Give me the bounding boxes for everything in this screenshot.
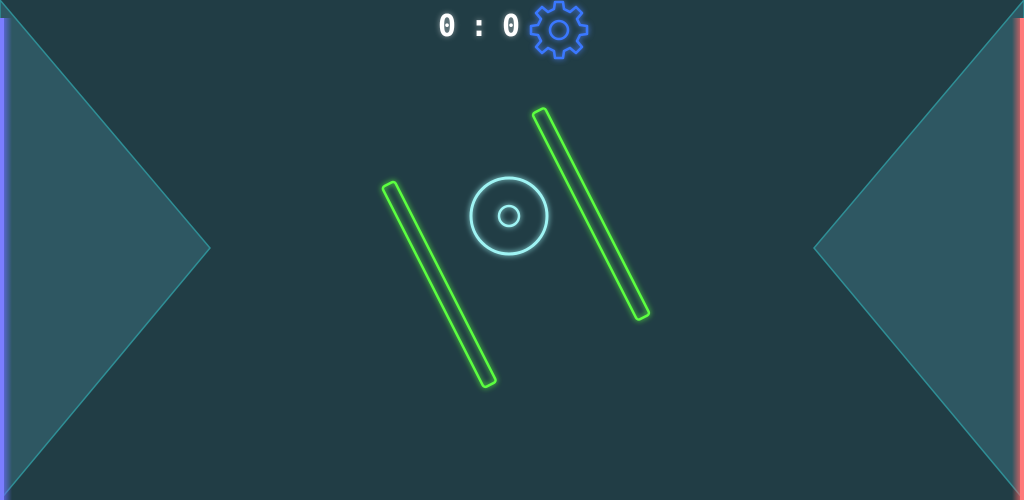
puck[interactable] xyxy=(469,176,549,256)
right-score: 0 xyxy=(501,8,521,44)
playing-field xyxy=(0,0,1024,500)
right-goal-zone xyxy=(813,0,1024,500)
score-separator: : xyxy=(469,8,489,44)
game-stage[interactable]: 0 : 0 xyxy=(0,0,1024,500)
scoreboard: 0 : 0 xyxy=(432,8,526,44)
left-score: 0 xyxy=(437,8,457,44)
gear-icon xyxy=(529,0,589,60)
barrier-left xyxy=(381,180,497,389)
settings-button[interactable] xyxy=(526,0,592,60)
left-goal-zone xyxy=(0,0,211,500)
barrier-right xyxy=(531,107,651,321)
